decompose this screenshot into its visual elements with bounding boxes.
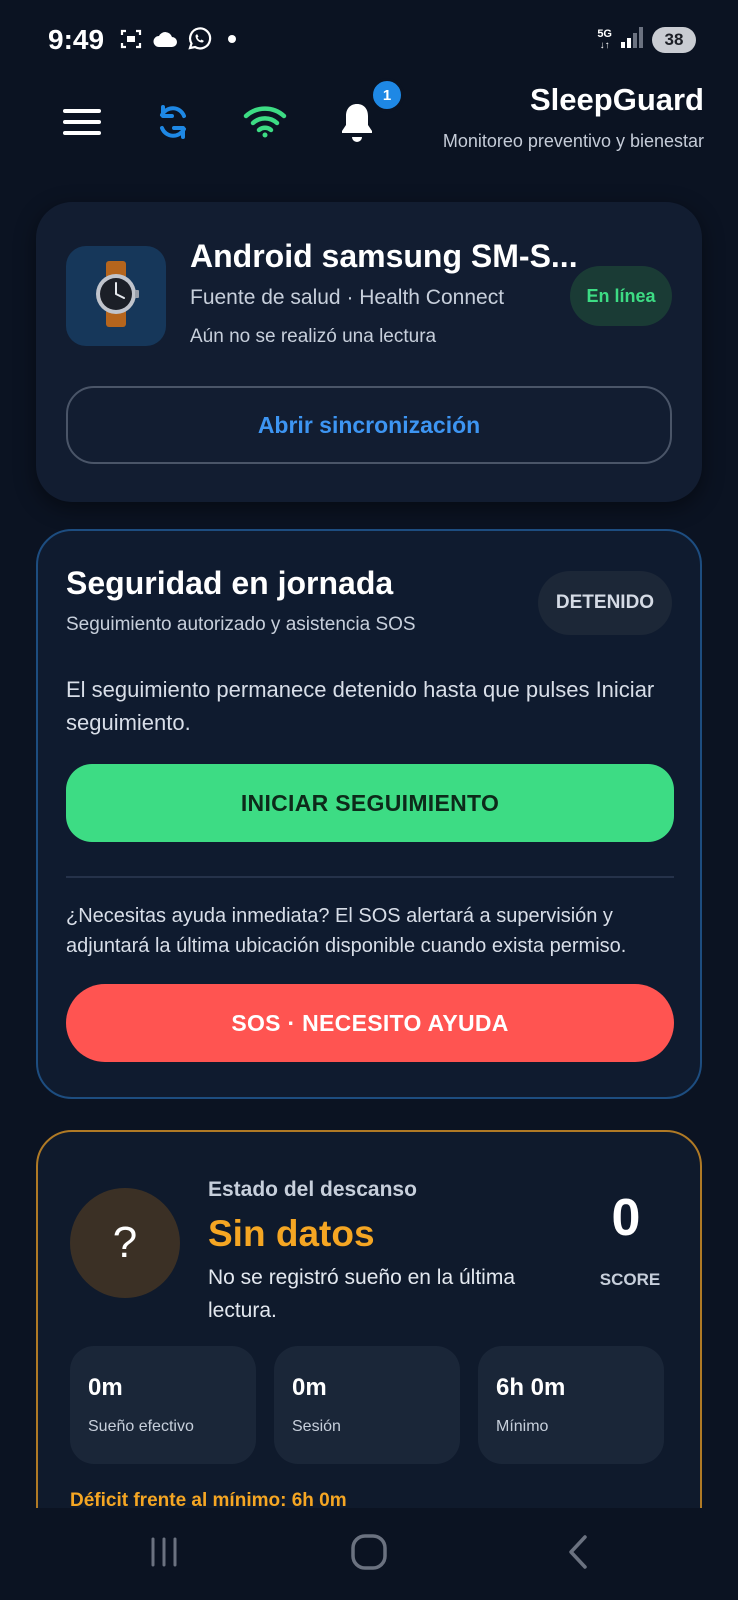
battery-indicator: 38 [652,26,696,53]
safety-title: Seguridad en jornada [66,565,394,601]
stat-value: 0m [88,1374,123,1401]
status-system-icons: 5G ↓↑ 38 [597,26,696,53]
status-bar: 9:49 5G ↓↑ 38 [0,0,738,80]
menu-button[interactable] [52,96,112,152]
rest-status-icon: ? [70,1188,180,1298]
divider [66,876,674,878]
device-source: Fuente de salud · Health Connect [190,286,505,309]
wifi-icon [243,105,287,144]
menu-icon [63,108,101,141]
app-subtitle: Monitoreo preventivo y bienestar [442,131,704,151]
home-button[interactable] [339,1526,399,1582]
back-button[interactable] [548,1526,608,1582]
home-icon [350,1533,388,1576]
stat-value: 6h 0m [496,1374,566,1401]
signal-icon [620,26,644,53]
device-name: Android samsung SM-S... [190,238,578,274]
recents-button[interactable] [134,1526,194,1582]
score-label: SCORE [599,1270,661,1289]
app-title: SleepGuard [530,82,704,117]
network-type: 5G ↓↑ [597,27,612,51]
bell-icon [339,101,375,148]
start-tracking-button[interactable]: INICIAR SEGUIMIENTO [66,764,674,842]
stat-label: Sesión [292,1418,341,1435]
back-icon [563,1533,593,1576]
stat-minimum: 6h 0m Mínimo [478,1346,664,1464]
stat-value: 0m [292,1374,327,1401]
notification-badge: 1 [370,78,404,112]
rest-description: No se registró sueño en la última lectur… [208,1266,515,1322]
screenshot-icon [118,26,144,52]
stat-label: Sueño efectivo [88,1418,194,1435]
sos-help-text: ¿Necesitas ayuda inmediata? El SOS alert… [66,905,627,957]
device-card: Android samsung SM-S... Fuente de salud … [36,202,702,502]
rest-card: ? Estado del descanso Sin datos No se re… [36,1130,702,1550]
safety-subtitle: Seguimiento autorizado y asistencia SOS [66,614,416,635]
wifi-button[interactable] [235,96,295,152]
whatsapp-icon [186,26,212,52]
rest-label: Estado del descanso [208,1178,417,1201]
online-status-badge: En línea [570,266,672,326]
stat-effective-sleep: 0m Sueño efectivo [70,1346,256,1464]
safety-description: El seguimiento permanece detenido hasta … [66,677,655,735]
stat-label: Mínimo [496,1418,549,1435]
sync-icon [153,102,193,147]
safety-card: Seguridad en jornada Seguimiento autoriz… [36,529,702,1099]
rest-status: Sin datos [208,1213,375,1254]
score-value: 0 [611,1189,641,1247]
device-last-reading: Aún no se realizó una lectura [190,326,437,347]
status-time: 9:49 [48,24,105,55]
smartwatch-icon [88,260,144,332]
tracking-status-badge: DETENIDO [538,571,672,635]
dot-icon [228,35,236,43]
cloud-icon [152,26,178,52]
sos-button[interactable]: SOS · NECESITO AYUDA [66,984,674,1062]
device-image [66,246,166,346]
system-nav-bar [0,1508,738,1600]
recents-icon [147,1535,181,1574]
sync-button[interactable] [143,96,203,152]
open-sync-button[interactable]: Abrir sincronización [66,386,672,464]
status-notification-icons [118,26,236,52]
stat-session: 0m Sesión [274,1346,460,1464]
